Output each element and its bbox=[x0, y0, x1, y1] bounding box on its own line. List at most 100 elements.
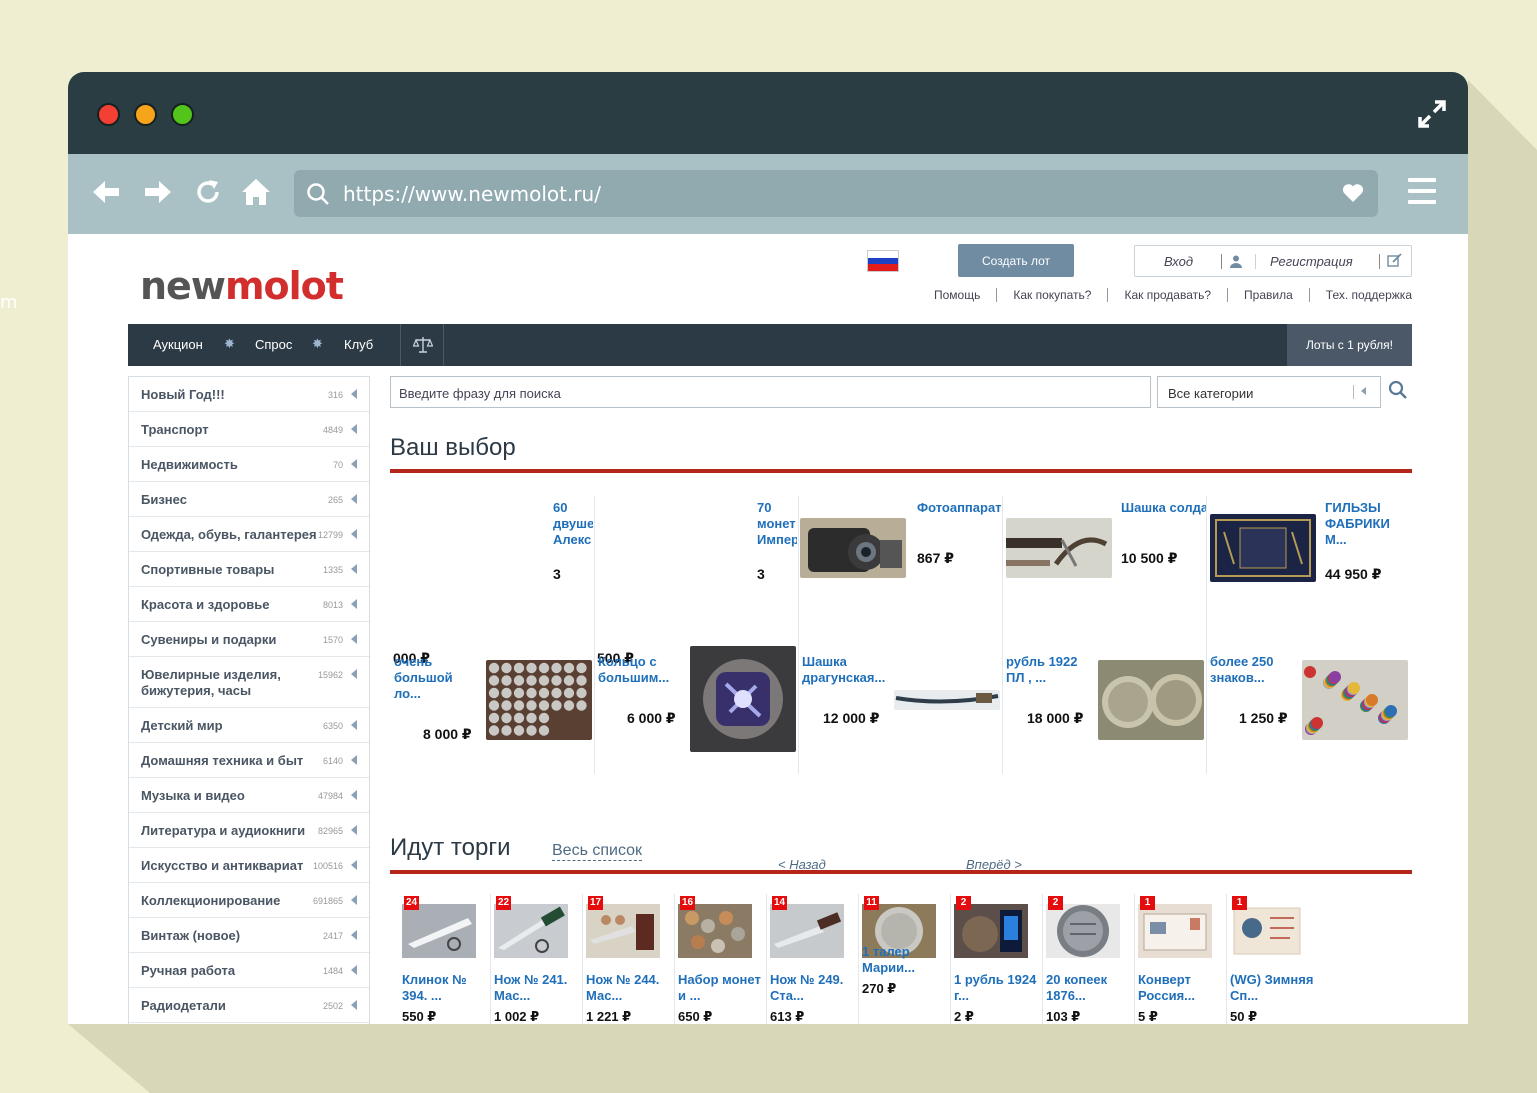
sidebar-category[interactable]: Бизнес 265 bbox=[129, 482, 369, 517]
lot-title[interactable]: 20 копеек 1876... bbox=[1046, 972, 1138, 1004]
knife-image[interactable] bbox=[494, 904, 568, 958]
kopeck-coin-image[interactable] bbox=[1046, 904, 1120, 958]
sidebar-category[interactable]: Искусство и антиквариат 100516 bbox=[129, 848, 369, 883]
card-title[interactable]: 60 двуше Алекс bbox=[553, 500, 593, 548]
card-title[interactable]: ГИЛЬЗЫ ФАБРИКИ М... bbox=[1325, 500, 1410, 548]
lot-title[interactable]: 1 рубль 1924 г... bbox=[954, 972, 1046, 1004]
lots-from-1-ruble-button[interactable]: Лоты с 1 рубля! bbox=[1287, 324, 1412, 366]
card-title[interactable]: Шашка солдатская... bbox=[1121, 500, 1206, 516]
heart-icon[interactable] bbox=[1342, 183, 1364, 203]
address-bar[interactable]: https://www.newmolot.ru/ bbox=[294, 170, 1378, 217]
nav-demand[interactable]: Спрос bbox=[255, 337, 292, 352]
auction-lot-card[interactable]: 2 20 копеек 1876... 103 ₽ bbox=[1046, 896, 1138, 1024]
card-title[interactable]: Кольцо с большим... bbox=[598, 654, 682, 686]
card-price: 3 bbox=[757, 566, 765, 582]
lot-title[interactable]: Нож № 241. Мас... bbox=[494, 972, 586, 1004]
sidebar-category[interactable]: Спортивные товары 1335 bbox=[129, 552, 369, 587]
card-title[interactable]: очень большой ло... bbox=[394, 654, 474, 702]
sidebar-category[interactable]: Литература и аудиокниги 82965 bbox=[129, 813, 369, 848]
postcard-image[interactable] bbox=[1230, 904, 1304, 958]
sidebar-category[interactable]: Винтаж (новое) 2417 bbox=[129, 918, 369, 953]
close-window-button[interactable] bbox=[97, 103, 120, 126]
reload-icon[interactable] bbox=[192, 176, 224, 208]
lot-title[interactable]: Нож № 244. Мас... bbox=[586, 972, 678, 1004]
sidebar-category[interactable]: Домашняя техника и быт 6140 bbox=[129, 743, 369, 778]
sidebar-category[interactable]: Одежда, обувь, галантерея 12799 bbox=[129, 517, 369, 552]
card-title[interactable]: более 250 знаков... bbox=[1210, 654, 1294, 686]
sidebar-category[interactable]: Красота и здоровье 8013 bbox=[129, 587, 369, 622]
sidebar-category[interactable]: Ручная работа 1484 bbox=[129, 953, 369, 988]
back-arrow-icon[interactable] bbox=[90, 176, 122, 208]
ruble-coin-image[interactable] bbox=[1098, 660, 1204, 740]
sidebar-category[interactable]: Недвижимость 70 bbox=[129, 447, 369, 482]
how-to-buy-link[interactable]: Как покупать? bbox=[997, 288, 1109, 302]
zoom-window-button[interactable] bbox=[171, 103, 194, 126]
auction-lot-card[interactable]: 16 Набор монет и ... 650 ₽ bbox=[678, 896, 770, 1024]
lot-title[interactable]: Набор монет и ... bbox=[678, 972, 770, 1004]
card-title[interactable]: Фотоаппарат Niko... bbox=[917, 500, 1002, 516]
knife-image[interactable] bbox=[586, 904, 660, 958]
cartridge-box-image[interactable] bbox=[1210, 514, 1316, 582]
sidebar-category[interactable]: Музыка и видео 47984 bbox=[129, 778, 369, 813]
search-input[interactable]: Введите фразу для поиска bbox=[390, 376, 1151, 408]
sidebar-category[interactable]: Ювелирные изделия, бижутерия, часы 15962 bbox=[129, 657, 369, 708]
nav-club[interactable]: Клуб bbox=[344, 337, 373, 352]
camera-image[interactable] bbox=[800, 518, 906, 578]
auction-lot-card[interactable]: 1 (WG) Зимняя Сп... 50 ₽ bbox=[1230, 896, 1322, 1024]
lot-title[interactable]: Конверт Россия... bbox=[1138, 972, 1230, 1004]
nav-auction[interactable]: Аукцион bbox=[153, 337, 203, 352]
create-lot-button[interactable]: Создать лот bbox=[958, 244, 1074, 277]
card-title[interactable]: рубль 1922 ПЛ , ... bbox=[1006, 654, 1090, 686]
full-list-link[interactable]: Весь список bbox=[552, 842, 643, 861]
help-link[interactable]: Помощь bbox=[918, 288, 998, 302]
minimize-window-button[interactable] bbox=[134, 103, 157, 126]
lot-title[interactable]: Нож № 249. Ста... bbox=[770, 972, 862, 1004]
forward-arrow-icon[interactable] bbox=[142, 176, 174, 208]
auction-lot-card[interactable]: 14 Нож № 249. Ста... 613 ₽ bbox=[770, 896, 862, 1024]
blade-image[interactable] bbox=[402, 904, 476, 958]
hamburger-menu-icon[interactable] bbox=[1408, 178, 1436, 208]
auction-lot-card[interactable]: 1 Конверт Россия... 5 ₽ bbox=[1138, 896, 1230, 1024]
sidebar-category[interactable]: Сувениры и подарки 1570 bbox=[129, 622, 369, 657]
scales-button[interactable] bbox=[400, 324, 444, 366]
lot-title[interactable]: Клинок № 394. ... bbox=[402, 972, 494, 1004]
home-icon[interactable] bbox=[240, 176, 272, 208]
edit-icon bbox=[1387, 253, 1402, 267]
auction-lot-card[interactable]: 11 1 талер Марии... 270 ₽ bbox=[862, 896, 954, 1024]
badges-image[interactable] bbox=[1302, 660, 1408, 740]
dragoon-sabre-image[interactable] bbox=[894, 690, 1000, 710]
caret-left-icon bbox=[351, 860, 357, 870]
sidebar-category[interactable]: Новый Год!!! 316 bbox=[129, 377, 369, 412]
auction-lot-card[interactable]: 22 Нож № 241. Мас... 1 002 ₽ bbox=[494, 896, 586, 1024]
title-bar bbox=[68, 72, 1468, 154]
fullscreen-icon[interactable] bbox=[1416, 98, 1448, 130]
tech-support-link[interactable]: Тех. поддержка bbox=[1310, 288, 1412, 302]
lot-title[interactable]: (WG) Зимняя Сп... bbox=[1230, 972, 1322, 1004]
sidebar-category[interactable]: Детский мир 6350 bbox=[129, 708, 369, 743]
card-price: 44 950 ₽ bbox=[1325, 566, 1382, 582]
card-title[interactable]: Шашка драгунская... bbox=[802, 654, 886, 686]
coins-lot-image[interactable] bbox=[486, 660, 592, 740]
auction-lot-card[interactable]: 17 Нож № 244. Мас... 1 221 ₽ bbox=[586, 896, 678, 1024]
sabre-image[interactable] bbox=[1006, 518, 1112, 578]
how-to-sell-link[interactable]: Как продавать? bbox=[1108, 288, 1229, 302]
card-title[interactable]: 70 монет Импер bbox=[757, 500, 797, 548]
russian-flag-icon[interactable] bbox=[867, 250, 899, 272]
login-link[interactable]: Вход bbox=[1164, 254, 1193, 269]
auction-lot-card[interactable]: 2 1 рубль 1924 г... 2 ₽ bbox=[954, 896, 1046, 1024]
category-select[interactable]: Все категории bbox=[1157, 376, 1381, 408]
coin-set-image[interactable] bbox=[678, 904, 752, 958]
search-icon[interactable] bbox=[1388, 380, 1408, 400]
envelope-image[interactable] bbox=[1138, 904, 1212, 958]
auction-lot-card[interactable]: 24 Клинок № 394. ... 550 ₽ bbox=[402, 896, 494, 1024]
register-link[interactable]: Регистрация bbox=[1270, 254, 1353, 269]
lot-title[interactable]: 1 талер Марии... bbox=[862, 944, 954, 976]
sidebar-category[interactable]: Радиодетали 2502 bbox=[129, 988, 369, 1023]
knife-image[interactable] bbox=[770, 904, 844, 958]
site-logo[interactable]: newmolot bbox=[140, 264, 344, 308]
sidebar-category[interactable]: Транспорт 4849 bbox=[129, 412, 369, 447]
sidebar-category[interactable]: Коллекционирование 691865 bbox=[129, 883, 369, 918]
ruble-coin-image[interactable] bbox=[954, 904, 1028, 958]
ring-image[interactable] bbox=[690, 646, 796, 752]
rules-link[interactable]: Правила bbox=[1228, 288, 1310, 302]
